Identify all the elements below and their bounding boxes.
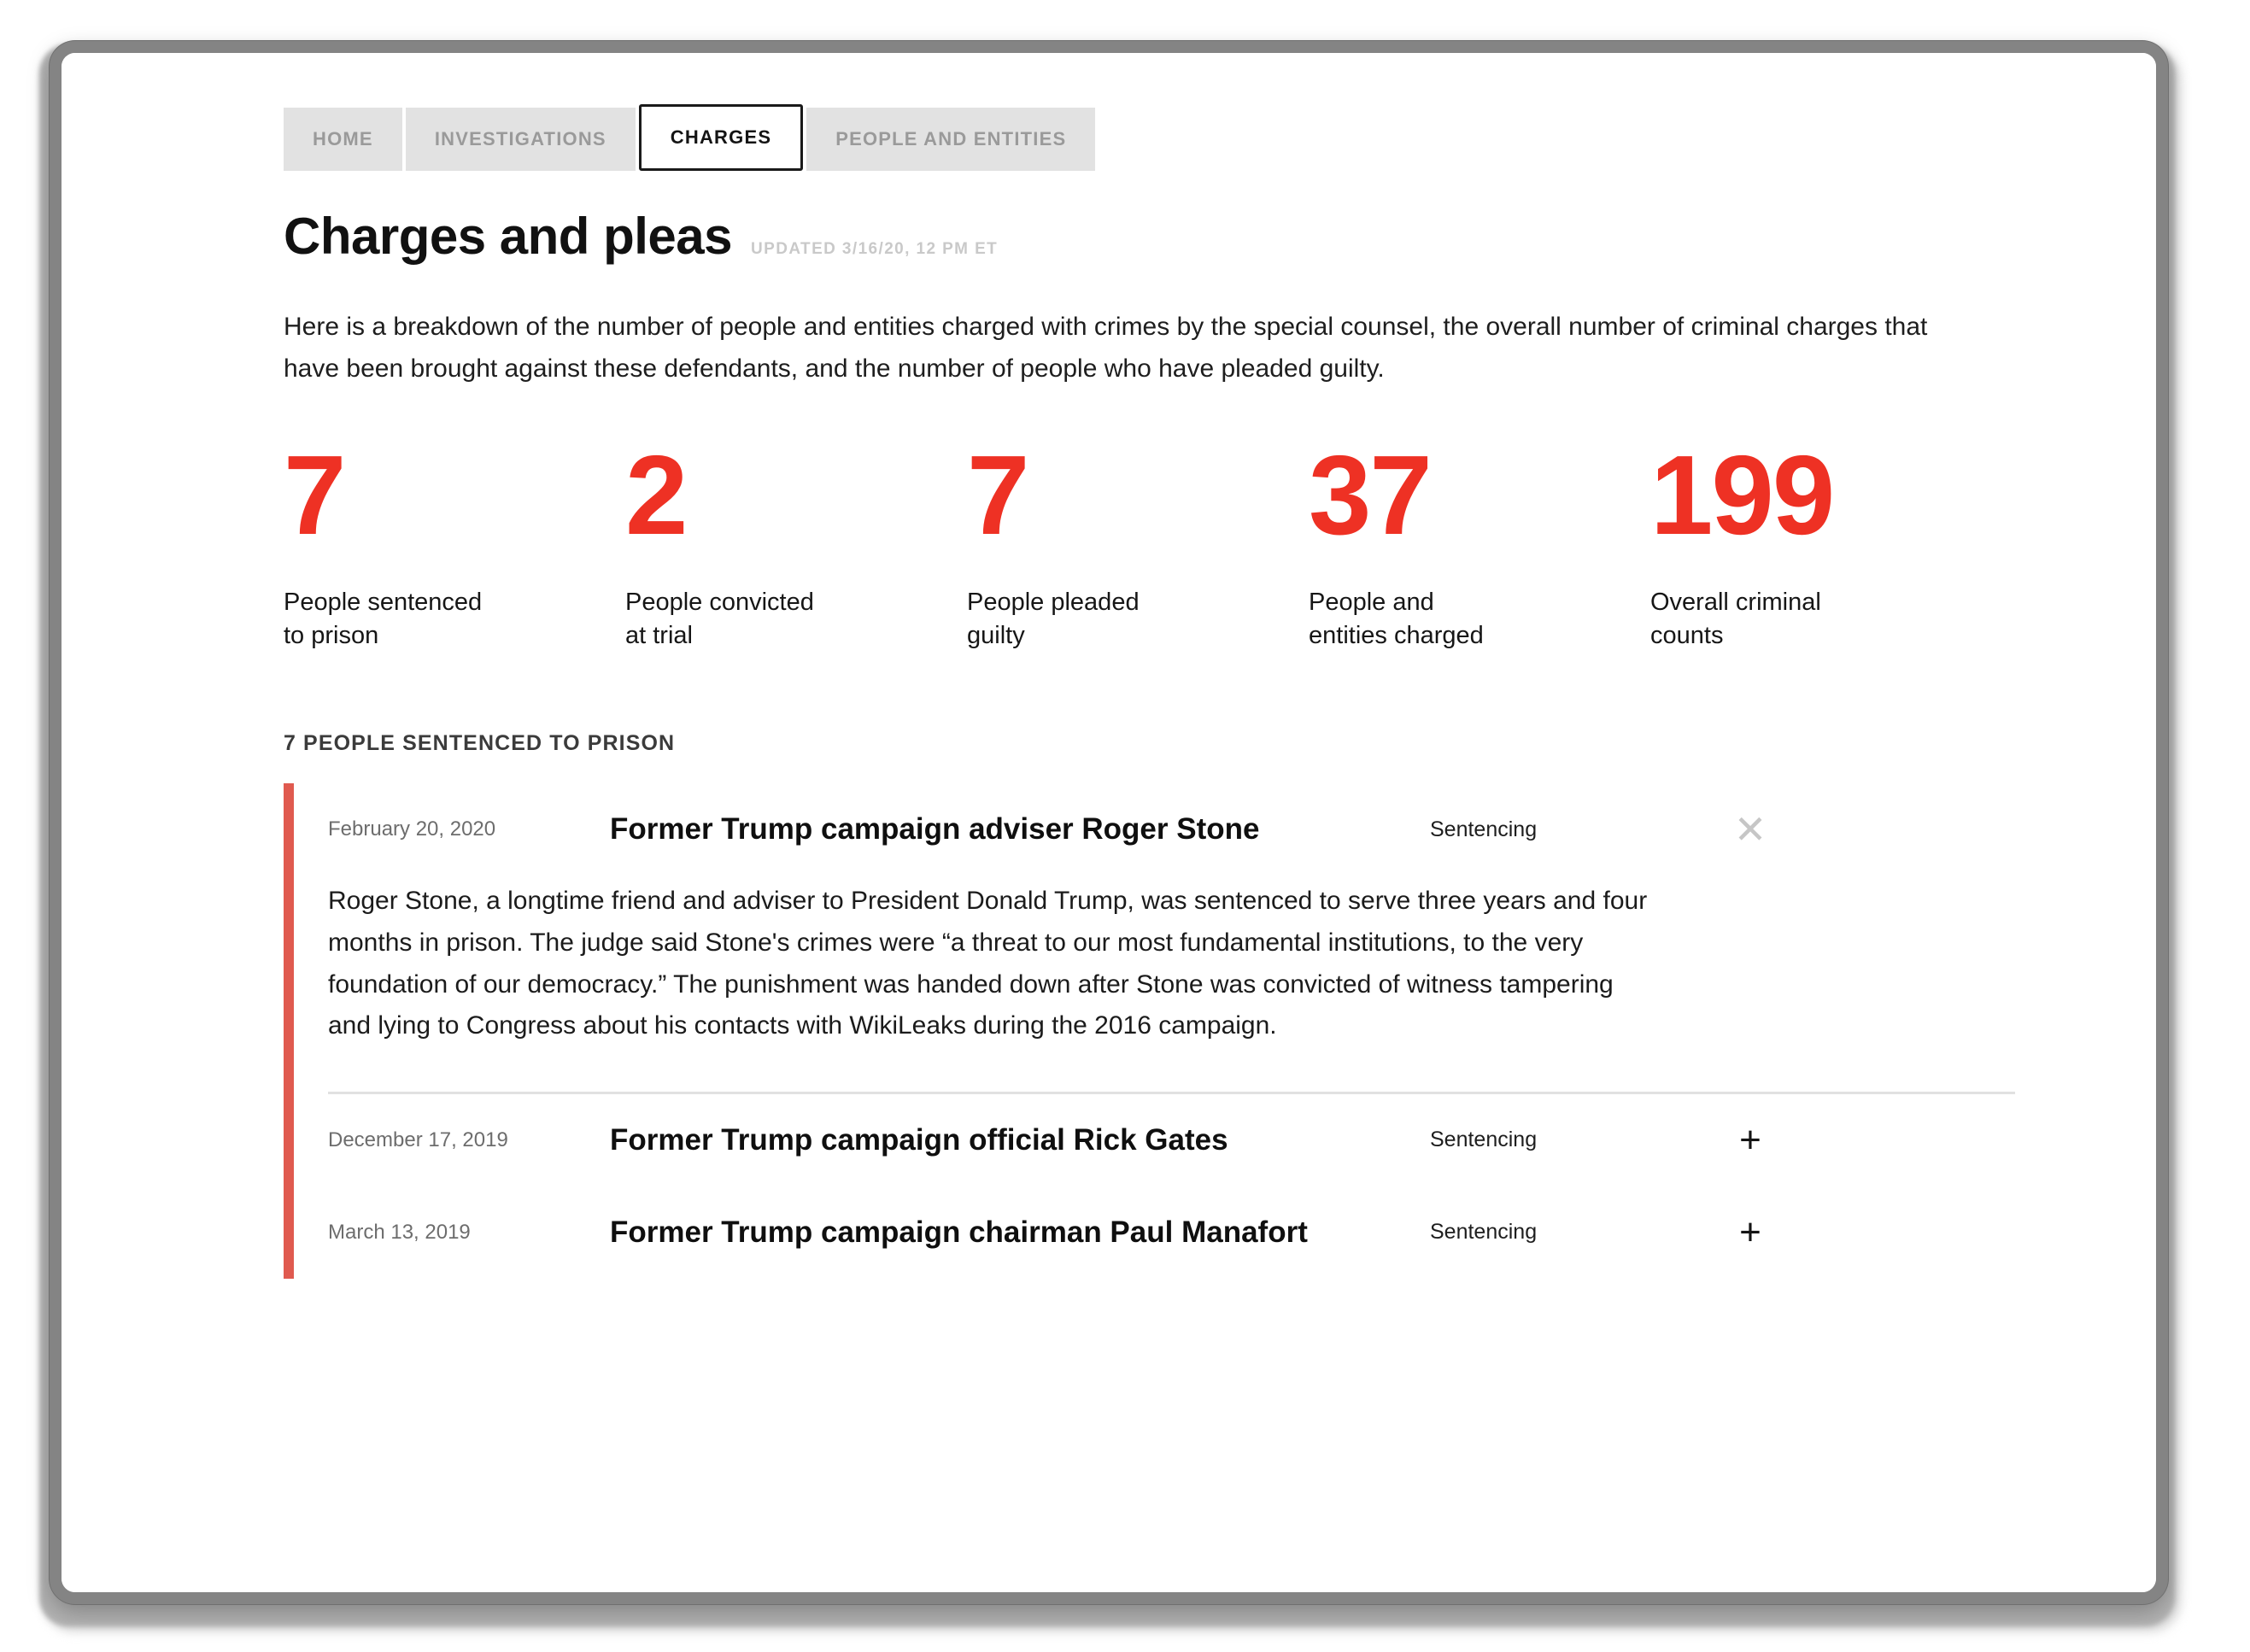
close-icon[interactable]: ✕ [1712,810,1789,849]
content-column: HOME INVESTIGATIONS CHARGES PEOPLE AND E… [284,104,2015,1279]
title-row: Charges and pleas UPDATED 3/16/20, 12 PM… [284,207,1992,266]
stat-label: People sentenced to prison [284,589,483,650]
tab-people-and-entities[interactable]: PEOPLE AND ENTITIES [806,108,1096,171]
screen: HOME INVESTIGATIONS CHARGES PEOPLE AND E… [62,53,2156,1592]
entry-title: Former Trump campaign adviser Roger Ston… [610,812,1260,847]
stat-people-convicted-at-trial: 2 People convicted at trial [625,439,967,653]
tab-investigations[interactable]: INVESTIGATIONS [405,108,636,171]
entry-list: February 20, 2020 Former Trump campaign … [284,783,2015,1279]
stat-value: 2 [625,432,688,559]
tab-home[interactable]: HOME [284,108,402,171]
stat-people-sentenced-to-prison: 7 People sentenced to prison [284,439,625,653]
updated-timestamp: UPDATED 3/16/20, 12 PM ET [751,240,999,258]
page-content: HOME INVESTIGATIONS CHARGES PEOPLE AND E… [62,53,2156,1592]
entry-date: December 17, 2019 [328,1128,508,1151]
page-title: Charges and pleas [284,208,733,265]
stat-label: People and entities charged [1309,589,1484,650]
tab-charges[interactable]: CHARGES [638,104,804,171]
entry-body: Roger Stone, a longtime friend and advis… [328,887,1648,1040]
list-item: December 17, 2019 Former Trump campaign … [294,1094,1992,1186]
stat-people-pleaded-guilty: 7 People pleaded guilty [967,439,1309,653]
stats-row: 7 People sentenced to prison 2 People co… [284,439,1992,653]
stat-value: 7 [284,432,346,559]
entry-header-paul-manafort[interactable]: March 13, 2019 Former Trump campaign cha… [294,1186,1992,1279]
stat-value: 199 [1650,432,1835,559]
stat-value: 37 [1309,432,1433,559]
section-heading: 7 PEOPLE SENTENCED TO PRISON [284,731,676,756]
entry-date: February 20, 2020 [328,817,496,841]
tab-bar: HOME INVESTIGATIONS CHARGES PEOPLE AND E… [284,104,1992,171]
entry-title: Former Trump campaign chairman Paul Mana… [610,1215,1308,1249]
device-frame: HOME INVESTIGATIONS CHARGES PEOPLE AND E… [50,41,2168,1604]
stat-people-and-entities-charged: 37 People and entities charged [1309,439,1650,653]
entry-date: March 13, 2019 [328,1220,471,1244]
plus-icon[interactable]: + [1712,1213,1789,1251]
entry-type: Sentencing [1430,817,1538,841]
stat-label: Overall criminal counts [1650,589,1821,650]
entry-header-rick-gates[interactable]: December 17, 2019 Former Trump campaign … [294,1094,1992,1186]
entry-type: Sentencing [1430,1128,1538,1152]
stat-label: People pleaded guilty [967,589,1140,650]
entry-type: Sentencing [1430,1220,1538,1245]
list-item: March 13, 2019 Former Trump campaign cha… [294,1186,1992,1279]
list-item: February 20, 2020 Former Trump campaign … [294,783,2015,1094]
stat-overall-criminal-counts: 199 Overall criminal counts [1650,439,1992,653]
intro-paragraph: Here is a breakdown of the number of peo… [284,313,1928,383]
plus-icon[interactable]: + [1712,1121,1789,1159]
stat-value: 7 [967,432,1029,559]
entry-header-roger-stone[interactable]: February 20, 2020 Former Trump campaign … [294,783,1992,876]
entry-title: Former Trump campaign official Rick Gate… [610,1122,1228,1157]
stat-label: People convicted at trial [625,589,814,650]
